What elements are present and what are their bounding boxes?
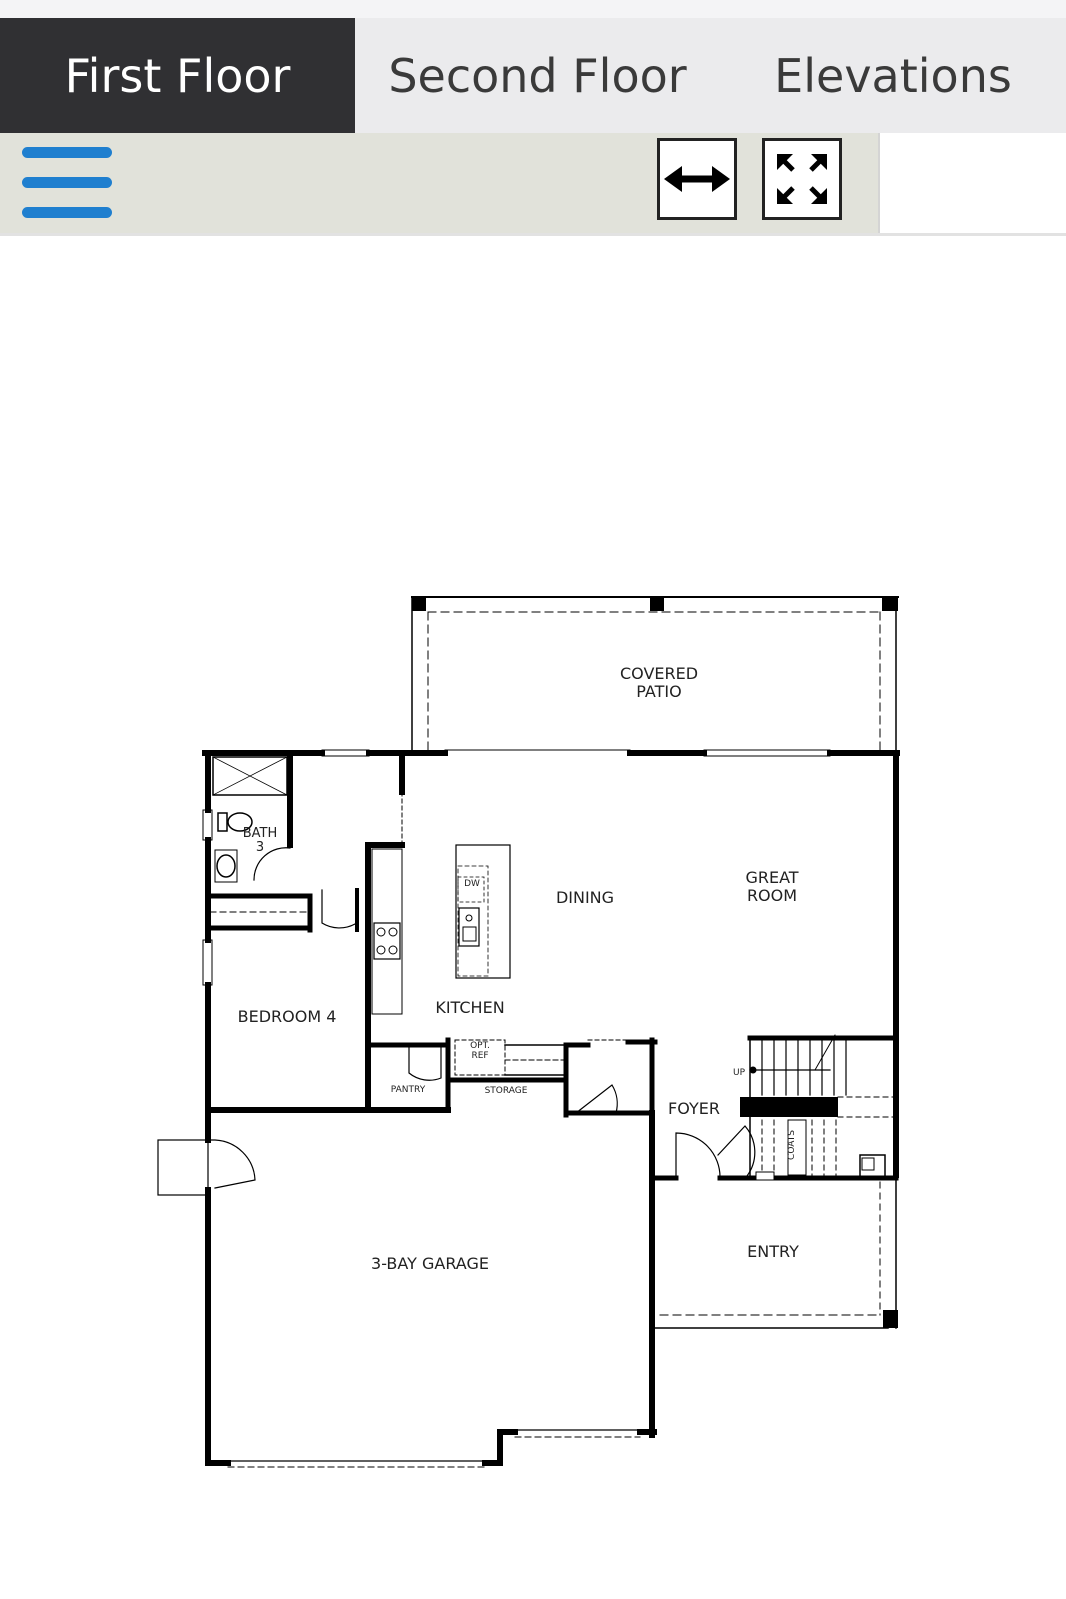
- expand-arrows-icon: [777, 154, 827, 204]
- floor-tabs: First Floor Second Floor Elevations: [0, 18, 1066, 133]
- garage-label: 3-BAY GARAGE: [371, 1254, 489, 1273]
- covered-patio-label: COVERED PATIO: [620, 665, 698, 701]
- pantry-label: PANTRY: [390, 1085, 426, 1095]
- kitchen-label: KITCHEN: [435, 998, 505, 1017]
- bath-3-label: BATH 3: [240, 827, 280, 855]
- bedroom-4-label: BEDROOM 4: [237, 1007, 337, 1026]
- toolbar: [0, 133, 878, 233]
- up-label: UP: [732, 1068, 745, 1078]
- tab-second-floor[interactable]: Second Floor: [355, 18, 720, 133]
- hamburger-menu-icon[interactable]: [22, 147, 112, 219]
- bath-label-line2: 3: [255, 840, 265, 855]
- tab-elevations[interactable]: Elevations: [720, 18, 1066, 133]
- opt-ref-label-line1: OPT.: [470, 1041, 490, 1051]
- foyer-label: FOYER: [668, 1099, 720, 1118]
- coats-label: COATS: [787, 1130, 797, 1160]
- fullscreen-button[interactable]: [762, 138, 842, 220]
- tab-first-floor[interactable]: First Floor: [0, 18, 355, 133]
- great-room-label-line2: ROOM: [746, 886, 798, 905]
- toolbar-blank-area: [878, 133, 1066, 233]
- dw-label: DW: [464, 879, 480, 889]
- storage-label: STORAGE: [484, 1086, 528, 1096]
- horizontal-arrows-icon: [664, 166, 730, 192]
- dining-label: DINING: [555, 888, 615, 907]
- great-room-label: GREAT ROOM: [740, 869, 804, 905]
- great-room-label-line1: GREAT: [745, 868, 799, 887]
- opt-ref-label: OPT. REF: [462, 1041, 498, 1061]
- fit-width-button[interactable]: [657, 138, 737, 220]
- covered-patio-label-line2: PATIO: [636, 682, 682, 701]
- status-strip: [0, 0, 1066, 18]
- opt-ref-label-line2: REF: [471, 1051, 489, 1061]
- entry-label: ENTRY: [747, 1242, 799, 1261]
- floorplan-drawing: [157, 596, 900, 1468]
- covered-patio-label-line1: COVERED: [620, 664, 699, 683]
- floorplan-viewer[interactable]: COVERED PATIO BATH 3 DINING GREAT ROOM D…: [0, 236, 1066, 1599]
- bath-label-line1: BATH: [242, 826, 278, 841]
